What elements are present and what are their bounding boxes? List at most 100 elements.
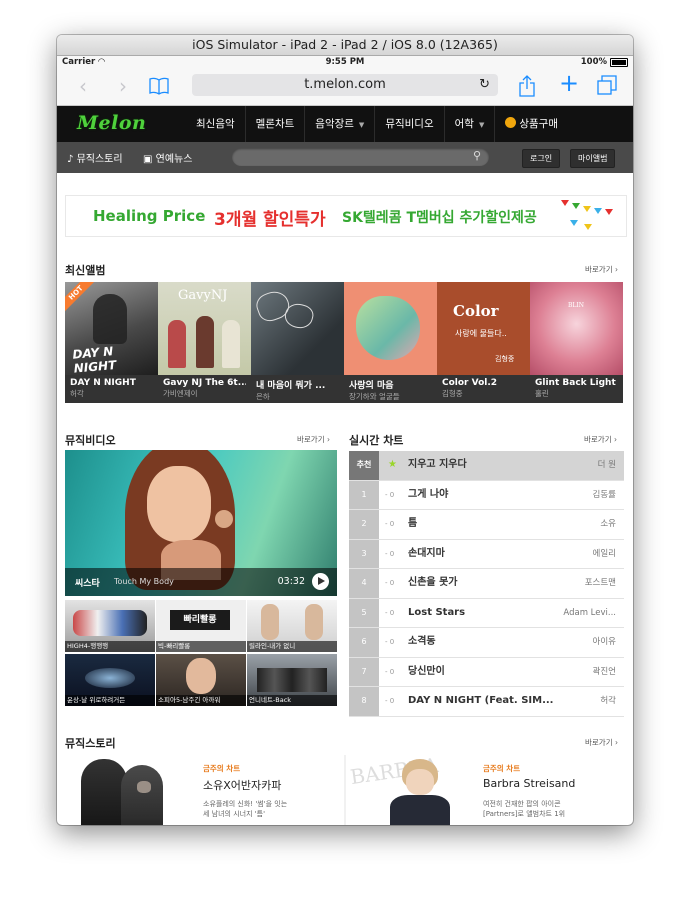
chart-row[interactable]: 7 - 0 당신만이 곽진언	[349, 657, 624, 687]
story-tag: 금주의 차트	[203, 764, 241, 773]
coin-icon	[505, 117, 517, 128]
realtime-chart-title: 실시간 차트	[349, 434, 404, 447]
url-text: t.melon.com	[304, 77, 386, 92]
login-button[interactable]: 로그인	[522, 149, 561, 168]
my-album-button[interactable]: 마이앨범	[570, 149, 616, 168]
search-icon[interactable]: ⚲	[473, 149, 481, 162]
album-card[interactable]: GavyNJ Gavy NJ The 6t... 가비엔제이	[158, 282, 251, 403]
new-albums-more-link[interactable]: 바로가기 ›	[585, 264, 618, 275]
video-thumb-label: 릴라인-내가 없니	[247, 641, 337, 652]
forward-arrow-icon[interactable]: ›	[119, 76, 127, 96]
chevron-right-icon: ›	[615, 265, 618, 274]
album-cover: DAY N NIGHT HOT	[65, 282, 158, 375]
album-card[interactable]: BLIN Glint Back Light 홀린	[530, 282, 623, 403]
thumb-stage-light	[85, 668, 135, 688]
site-search-input[interactable]: ⚲	[232, 148, 489, 166]
album-title: Gavy NJ The 6t...	[163, 378, 246, 388]
thumb-figures	[73, 610, 147, 636]
album-card[interactable]: 사랑의 마음 장기하와 얼굴들	[344, 282, 437, 403]
cover-text: DAY N NIGHT	[71, 344, 117, 375]
album-card[interactable]: 내 마음이 뭐가 ... 은하	[251, 282, 344, 403]
status-time: 9:55 PM	[325, 57, 365, 67]
simulator-window: iOS Simulator - iPad 2 - iPad 2 / iOS 8.…	[57, 35, 633, 825]
back-arrow-icon[interactable]: ‹	[79, 76, 87, 96]
star-icon: ★	[388, 459, 397, 470]
album-title: 사랑의 마음	[349, 381, 394, 391]
new-tab-plus-icon[interactable]: +	[559, 71, 579, 95]
music-story-link[interactable]: ♪ 뮤직스토리	[67, 150, 123, 165]
music-video-more-link[interactable]: 바로가기 ›	[297, 434, 330, 445]
music-story-more-link[interactable]: 바로가기 ›	[585, 737, 618, 748]
video-thumb[interactable]: 언니네트-Back	[247, 654, 337, 706]
menu-genre[interactable]: 음악장르 ▼	[304, 106, 374, 142]
video-thumb[interactable]: 빠리빨롱 빅-빠리빨롱	[156, 600, 246, 652]
address-bar[interactable]: t.melon.com ↻	[192, 74, 498, 96]
video-thumb[interactable]: HIGH4-행행행	[65, 600, 155, 652]
menu-melon-chart[interactable]: 멜론차트	[244, 106, 305, 142]
play-icon[interactable]	[312, 573, 329, 590]
chart-row[interactable]: 8 - 0 DAY N NIGHT (Feat. SIM... 허각	[349, 687, 624, 717]
featured-music-video[interactable]: 씨스타 Touch My Body 03:32	[65, 450, 337, 596]
realtime-chart-list: 추천 ★ 지우고 지우다 더 원 1 - 0 그게 나야 김동률 2 - 0 틈…	[349, 451, 624, 717]
promo-banner[interactable]: Healing Price 3개월 할인특가 SK텔레콤 T멤버십 추가할인제공	[65, 195, 627, 237]
realtime-chart-more-link[interactable]: 바로가기 ›	[584, 434, 617, 445]
member-figure	[196, 316, 214, 368]
genre-caret-icon: ▼	[358, 121, 365, 129]
menu-music-video[interactable]: 뮤직비디오	[374, 106, 443, 142]
thumb-title-board: 빠리빨롱	[170, 610, 230, 630]
chart-row[interactable]: 6 - 0 소격동 아이유	[349, 628, 624, 658]
cover-text: Color	[453, 302, 499, 320]
bunting-flag-icon	[605, 209, 613, 215]
album-artist: 장기하와 얼굴들	[349, 392, 400, 401]
album-artist: 홀린	[535, 389, 549, 398]
bookmarks-icon[interactable]	[149, 77, 169, 98]
video-thumb[interactable]: 릴라인-내가 없니	[247, 600, 337, 652]
chart-row[interactable]: 3 - 0 손대지마 에일리	[349, 539, 624, 569]
chart-song-artist: 곽진언	[592, 666, 616, 677]
chart-rank: 추천	[349, 451, 379, 480]
battery-icon	[610, 57, 628, 67]
album-title: Color Vol.2	[442, 378, 498, 388]
chart-row-recommended[interactable]: 추천 ★ 지우고 지우다 더 원	[349, 451, 624, 481]
cover-artist: 김형중	[495, 355, 515, 363]
chart-row[interactable]: 1 - 0 그게 나야 김동률	[349, 480, 624, 510]
music-video-thumbs: HIGH4-행행행 빠리빨롱 빅-빠리빨롱 릴라인-내가 없니 윤상-날 위로하…	[65, 600, 337, 706]
story-card[interactable]: BARBRA 금주의 차트 Barbra Streisand 여전히 건재한 팝…	[346, 755, 625, 825]
tabs-icon[interactable]	[597, 75, 617, 98]
menu-latest-music[interactable]: 최신음악	[186, 106, 245, 142]
video-thumb[interactable]: 윤상-날 위로하려거든	[65, 654, 155, 706]
album-card[interactable]: Color 사랑에 물들다.. 김형중 Color Vol.2 김형중	[437, 282, 530, 403]
chart-rank: 3	[349, 539, 379, 568]
menu-language[interactable]: 어학 ▼	[443, 106, 495, 142]
chart-song-artist: 김동률	[592, 489, 616, 500]
story-card[interactable]: 금주의 차트 소유X어반자카파 소유플레의 신화! '썸'을 잇는 세 남녀의 시…	[65, 755, 344, 825]
main-menu: 최신음악 멜론차트 음악장르 ▼ 뮤직비디오 어학 ▼ 상품구매	[186, 106, 568, 142]
cover-text: BLIN	[568, 302, 585, 309]
story-desc: 소유플레의 신화! '썸'을 잇는 세 남녀의 시너지 '틈'	[203, 800, 288, 818]
chart-song-artist: 포스트맨	[584, 578, 616, 588]
menu-shop[interactable]: 상품구매	[494, 106, 568, 142]
chart-row[interactable]: 4 - 0 신촌을 못가 포스트맨	[349, 569, 624, 599]
video-thumb[interactable]: 소피아5-남주긴 아까워	[156, 654, 246, 706]
chevron-right-icon: ›	[615, 738, 618, 747]
member-figure	[222, 320, 240, 368]
rank-change: - 0	[385, 638, 395, 646]
story-photo-body	[390, 795, 450, 825]
battery-indicator: 100%	[581, 57, 628, 67]
share-icon[interactable]	[519, 75, 535, 100]
album-card[interactable]: DAY N NIGHT HOT DAY N NIGHT 허각	[65, 282, 158, 403]
rank-change: - 0	[385, 579, 395, 587]
chart-row[interactable]: 2 - 0 틈 소유	[349, 510, 624, 540]
video-thumb-label: 윤상-날 위로하려거든	[65, 695, 155, 706]
reload-icon[interactable]: ↻	[479, 74, 490, 96]
chart-row[interactable]: 5 - 0 Lost Stars Adam Levi...	[349, 598, 624, 628]
album-title: Glint Back Light	[535, 378, 616, 388]
rank-change: - 0	[385, 697, 395, 705]
melon-logo[interactable]: Melon	[77, 112, 146, 134]
rank-change: - 0	[385, 490, 395, 499]
bunting-flag-icon	[570, 220, 578, 226]
ent-news-link[interactable]: ▣ 연예뉴스	[143, 150, 192, 165]
banner-discount: 3개월 할인특가	[214, 210, 326, 230]
chart-rank: 2	[349, 510, 379, 539]
video-duration: 03:32	[277, 576, 305, 587]
